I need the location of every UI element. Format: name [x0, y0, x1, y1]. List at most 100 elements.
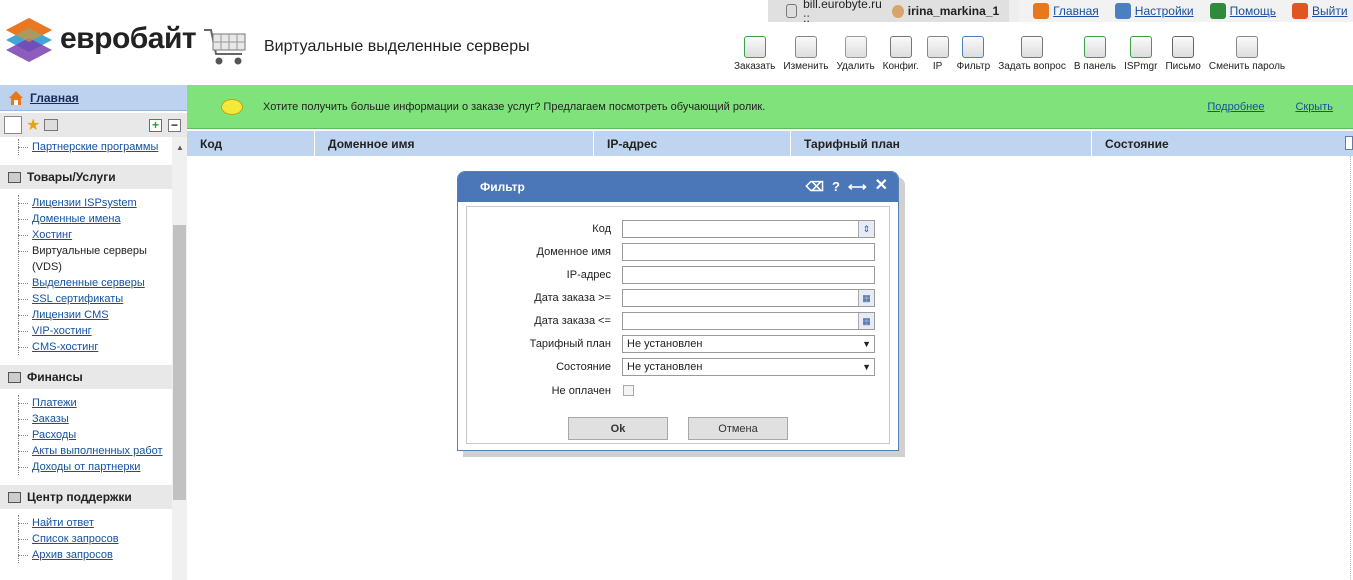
- sidebar-section-0[interactable]: Товары/Услуги: [0, 165, 172, 189]
- sidebar-item-label[interactable]: VIP-хостинг: [32, 325, 92, 337]
- sidebar-section-2[interactable]: Центр поддержки: [0, 485, 172, 509]
- calendar-icon[interactable]: ▦: [858, 290, 874, 306]
- toolbar-button-5[interactable]: Фильтр: [953, 34, 995, 72]
- toolbar-button-2[interactable]: Удалить: [832, 34, 878, 72]
- column-settings-icon[interactable]: [1345, 136, 1353, 150]
- top-link-label[interactable]: Выйти: [1312, 4, 1348, 18]
- sidebar-item-label[interactable]: Архив запросов: [32, 549, 113, 561]
- top-link-1[interactable]: Настройки: [1114, 3, 1194, 19]
- column-header-plan[interactable]: Тарифный план: [791, 131, 1092, 156]
- toolbar-button-0[interactable]: Заказать: [730, 34, 779, 72]
- sidebar-item[interactable]: Заказы: [18, 411, 172, 427]
- sidebar-item[interactable]: Платежи: [18, 395, 172, 411]
- plan-select[interactable]: Не установлен ▼: [622, 335, 875, 353]
- sidebar-item-label[interactable]: Заказы: [32, 413, 69, 425]
- date-from-input[interactable]: ▦: [622, 289, 875, 307]
- sidebar-item[interactable]: Акты выполненных работ: [18, 443, 172, 459]
- sidebar-item[interactable]: Расходы: [18, 427, 172, 443]
- sidebar-item-label[interactable]: Хостинг: [32, 229, 72, 241]
- close-icon[interactable]: ✕: [875, 178, 888, 195]
- dialog-titlebar[interactable]: Фильтр ⌫ ? ⟷ ✕: [458, 172, 898, 202]
- sidebar-item[interactable]: Найти ответ: [18, 515, 172, 531]
- toolbar-button-10[interactable]: Сменить пароль: [1205, 34, 1289, 72]
- collapse-all-button[interactable]: −: [168, 118, 181, 132]
- sidebar-item-label[interactable]: Найти ответ: [32, 517, 94, 529]
- sidebar-section-1[interactable]: Финансы: [0, 365, 172, 389]
- sidebar-item[interactable]: Список запросов: [18, 531, 172, 547]
- help-icon[interactable]: ?: [832, 179, 840, 195]
- sidebar-item[interactable]: Доходы от партнерки: [18, 459, 172, 475]
- sidebar-home[interactable]: Главная: [0, 85, 187, 111]
- banner-hide-link[interactable]: Скрыть: [1295, 101, 1333, 113]
- briefcase-icon[interactable]: [44, 119, 59, 131]
- maximize-icon[interactable]: ⟷: [848, 179, 867, 195]
- top-link-0[interactable]: Главная: [1033, 3, 1099, 19]
- sidebar-item-label[interactable]: Выделенные серверы: [32, 277, 145, 289]
- sidebar-item-label[interactable]: Лицензии ISPsystem: [32, 197, 137, 209]
- sidebar-scrollbar-thumb[interactable]: [173, 225, 186, 500]
- cancel-button[interactable]: Отмена: [688, 417, 788, 440]
- sidebar-section-items: Лицензии ISPsystem Доменные имена Хостинг В…: [0, 189, 172, 355]
- sidebar-item-label[interactable]: Доменные имена: [32, 213, 121, 225]
- expand-all-button[interactable]: +: [149, 118, 162, 132]
- unpaid-checkbox[interactable]: [623, 385, 634, 396]
- toolbar-button-6[interactable]: Задать вопрос: [994, 34, 1070, 72]
- top-link-label[interactable]: Главная: [1053, 4, 1099, 18]
- sidebar-item[interactable]: Лицензии ISPsystem: [18, 195, 172, 211]
- favorites-star-icon[interactable]: ★: [26, 115, 40, 135]
- sidebar-item[interactable]: SSL сертификаты: [18, 291, 172, 307]
- sort-stepper-icon[interactable]: ⇕: [858, 221, 874, 237]
- sidebar-item[interactable]: Хостинг: [18, 227, 172, 243]
- sidebar-item[interactable]: Выделенные серверы: [18, 275, 172, 291]
- sidebar-item-label[interactable]: Платежи: [32, 397, 77, 409]
- toolbar-button-9[interactable]: Письмо: [1161, 34, 1204, 72]
- top-link-label[interactable]: Помощь: [1230, 4, 1276, 18]
- column-header-state[interactable]: Состояние: [1092, 131, 1347, 156]
- top-link-3[interactable]: Выйти: [1292, 3, 1348, 19]
- finance-icon: [8, 371, 21, 383]
- column-header-ip[interactable]: IP-адрес: [594, 131, 791, 156]
- calendar-icon[interactable]: ▦: [858, 313, 874, 329]
- toolbar-button-8[interactable]: ISPmgr: [1120, 34, 1161, 72]
- sidebar-item[interactable]: Архив запросов: [18, 547, 172, 563]
- date-to-input[interactable]: ▦: [622, 312, 875, 330]
- sidebar-item[interactable]: Лицензии CMS: [18, 307, 172, 323]
- toolbar-button-3[interactable]: Конфиг.: [879, 34, 923, 72]
- list-view-icon[interactable]: [4, 116, 22, 134]
- sidebar-item-label[interactable]: CMS-хостинг: [32, 341, 98, 353]
- sidebar-item[interactable]: Доменные имена: [18, 211, 172, 227]
- sidebar-item[interactable]: CMS-хостинг: [18, 339, 172, 355]
- domain-input[interactable]: [622, 243, 875, 261]
- banner-text: Хотите получить больше информации о зака…: [263, 100, 766, 113]
- code-input[interactable]: ⇕: [622, 220, 875, 238]
- sidebar-item[interactable]: VIP-хостинг: [18, 323, 172, 339]
- row-ip: IP-адрес: [467, 266, 891, 284]
- brand-logo[interactable]: евробайт: [4, 14, 197, 66]
- ip-input[interactable]: [622, 266, 875, 284]
- sidebar-item-partners[interactable]: Партнерские программы: [18, 139, 172, 155]
- toolbar-button-4[interactable]: IP: [923, 34, 953, 72]
- scroll-up-arrow-icon[interactable]: ▲: [176, 143, 184, 152]
- banner-more-link[interactable]: Подробнее: [1207, 101, 1264, 113]
- top-link-label[interactable]: Настройки: [1135, 4, 1194, 18]
- sidebar-item-label[interactable]: Доходы от партнерки: [32, 461, 140, 473]
- top-link-2[interactable]: Помощь: [1209, 3, 1276, 19]
- toolbar-button-1[interactable]: Изменить: [779, 34, 832, 72]
- sidebar-item[interactable]: Виртуальные серверы (VDS): [18, 243, 172, 275]
- sidebar-item-label[interactable]: Список запросов: [32, 533, 119, 545]
- date-to-label: Дата заказа <=: [534, 315, 611, 327]
- toolbar-button-7[interactable]: В панель: [1070, 34, 1120, 72]
- column-header-domain[interactable]: Доменное имя: [315, 131, 594, 156]
- unpaid-label: Не оплачен: [551, 385, 611, 397]
- column-header-code[interactable]: Код: [187, 131, 315, 156]
- cart-icon: [204, 29, 246, 65]
- sidebar-item-label[interactable]: SSL сертификаты: [32, 293, 123, 305]
- sidebar-item-label[interactable]: Лицензии CMS: [32, 309, 109, 321]
- sidebar-item-label[interactable]: Акты выполненных работ: [32, 445, 163, 457]
- state-select[interactable]: Не установлен ▼: [622, 358, 875, 376]
- sidebar-item-label[interactable]: Расходы: [32, 429, 76, 441]
- user-icon: [891, 4, 904, 18]
- ok-button[interactable]: Ok: [568, 417, 668, 440]
- sidebar-item-label[interactable]: Партнерские программы: [32, 141, 158, 153]
- clear-broom-icon[interactable]: ⌫: [806, 179, 824, 195]
